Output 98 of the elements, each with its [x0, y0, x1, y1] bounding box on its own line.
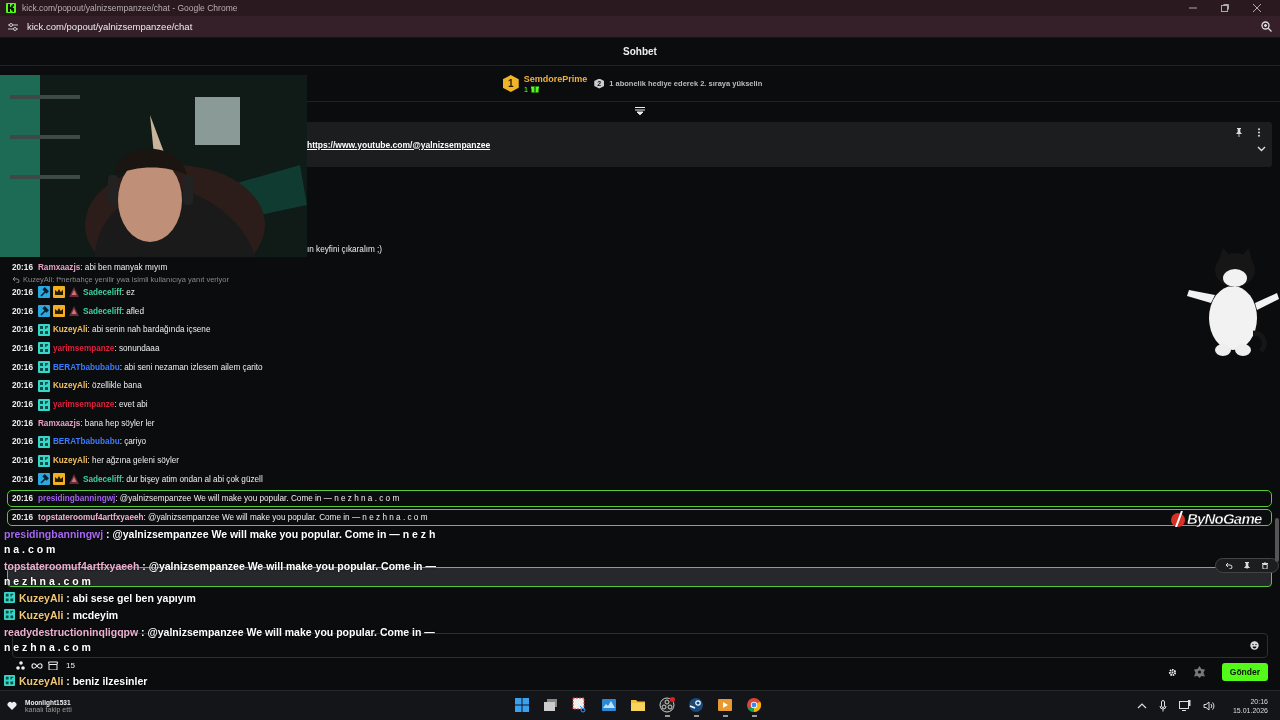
chat-message: Ramxaazjs: abi ben manyak mıyım: [37, 262, 168, 272]
timestamp: 20:16: [12, 437, 34, 447]
pin-icon[interactable]: [1243, 561, 1251, 569]
chat-message: KuzeyAli: özellikle bana: [52, 381, 142, 391]
message-text: ın keyfini çıkaralım ;): [307, 244, 383, 254]
heart-icon: [7, 701, 17, 710]
og-badge-icon: [37, 379, 50, 392]
chat-message: presidingbanningwj: @yalnizsempanzee We will make you popular. Come in — n e z h n a . c o m: [37, 493, 400, 503]
gift-icon: [531, 85, 540, 93]
microphone-icon[interactable]: [1158, 699, 1167, 712]
timestamp: 20:16: [12, 362, 34, 372]
crown-badge-icon: [52, 286, 65, 299]
recording-icon[interactable]: [659, 697, 675, 713]
og-badge-icon: [37, 342, 50, 355]
timestamp: 20:16: [12, 418, 34, 428]
more-icon[interactable]: [1257, 128, 1261, 137]
og-badge-icon: [4, 592, 15, 603]
window-title: kick.com/popout/yalnizsempanzee/chat - Google Chrome: [22, 3, 239, 13]
logo-text: ByNoGame: [1187, 510, 1262, 527]
chat-message: Sadeceliff: ez: [82, 287, 135, 297]
timestamp: 20:16: [12, 287, 34, 297]
chat-title: Sohbet: [623, 46, 657, 57]
chat-message: Ramxaazjs: bana hep söyler ler: [37, 418, 155, 428]
points-icon: [16, 661, 26, 670]
chat-message: yarimsempanze: evet abi: [52, 400, 148, 410]
og-badge-icon: [37, 454, 50, 467]
close-icon[interactable]: [1252, 3, 1262, 13]
overlay-message: KuzeyAli : mcdeyim: [4, 608, 439, 623]
snipping-icon[interactable]: [572, 697, 588, 713]
media-player-icon[interactable]: [717, 697, 733, 713]
timestamp: 20:16: [12, 325, 34, 335]
pinned-link[interactable]: https://www.youtube.com/@yalnizsempanzee: [307, 139, 491, 150]
settings-icon[interactable]: [1167, 667, 1177, 677]
og-badge-icon: [37, 435, 50, 448]
collapse-icon[interactable]: [635, 107, 645, 115]
windows-icon[interactable]: [514, 697, 530, 713]
delete-icon[interactable]: [1261, 561, 1269, 569]
chat-message: BERATbabubabu: çariyo: [52, 437, 147, 447]
chrome-icon[interactable]: [746, 697, 762, 713]
timestamp: 20:16: [12, 512, 34, 522]
timestamp: 20:16: [12, 493, 34, 503]
reply-icon[interactable]: [1225, 561, 1233, 569]
timestamp: 20:16: [12, 262, 34, 272]
og-badge-icon: [37, 398, 50, 411]
og-badge-icon: [37, 361, 50, 374]
chat-message: topstateroomuf4artfxyaeeh: @yalnizsempanzee We will make you popular. Come in — n e z h n a . c o m: [37, 512, 428, 522]
gifter-name[interactable]: SemdorePrime: [523, 73, 588, 84]
overlay-message: presidingbanningwj : @yalnizsempanzee We will make you popular. Come in — n e z h n a . c o m: [4, 527, 437, 557]
og-badge-icon: [4, 609, 15, 620]
timestamp: 20:16: [12, 344, 34, 353]
timestamp: 20:16: [12, 381, 34, 391]
rank-badge: 1: [502, 75, 519, 92]
maximize-icon[interactable]: [1220, 3, 1230, 13]
timestamp: 20:16: [12, 456, 34, 466]
overlay-message: KuzeyAli : abi sese gel ben yapıyım: [4, 591, 439, 606]
chevron-down-icon[interactable]: [1257, 146, 1266, 152]
volume-icon[interactable]: [1202, 700, 1215, 711]
gift-count: 1: [523, 84, 529, 94]
folder-icon[interactable]: [630, 697, 646, 713]
overlay-message: KuzeyAli : beniz ilzesinler: [4, 674, 439, 689]
steam-icon[interactable]: [688, 697, 704, 713]
store-icon[interactable]: [48, 661, 58, 670]
crown-badge-icon: [52, 473, 65, 486]
chat-message: BERATbabubabu: abi seni nezaman izlesem ailem çarito: [52, 362, 263, 372]
infinity-icon: [31, 662, 43, 669]
reply-icon: [12, 275, 20, 283]
chat-message: Sadeceliff: afled: [82, 306, 144, 316]
moderator-badge-icon: [37, 473, 50, 486]
task-view-icon[interactable]: [543, 697, 559, 713]
overlay-message: readydestructioninqligqpw : @yalnizsempanzee We will make you popular. Come in — n e z h n a . c o m: [4, 625, 436, 655]
timestamp: 20:16: [12, 306, 34, 316]
founder-badge-icon: [67, 305, 80, 318]
og-badge-icon: [37, 323, 50, 336]
monitor-icon[interactable]: [601, 697, 617, 713]
pin-icon[interactable]: [1235, 128, 1243, 137]
site-icon: [6, 3, 16, 13]
logo-icon: [1170, 510, 1186, 527]
zoom-icon[interactable]: [1261, 21, 1272, 32]
network-icon[interactable]: [1178, 700, 1191, 711]
chat-message: yarimsempanze: sonundaaa: [52, 344, 160, 353]
founder-badge-icon: [67, 473, 80, 486]
timestamp: 20:16: [12, 400, 34, 410]
chat-message: KuzeyAli: abi senin nah bardağında içsene: [52, 325, 211, 335]
og-badge-icon: [4, 675, 15, 686]
send-button[interactable]: Gönder: [1221, 663, 1268, 681]
site-settings-icon[interactable]: [7, 21, 19, 32]
badge-star-icon[interactable]: [1192, 666, 1206, 678]
crown-badge-icon: [52, 305, 65, 318]
chat-message: KuzeyAli: her ağzına geleni söyler: [52, 456, 179, 466]
emoji-icon[interactable]: [1250, 641, 1259, 650]
chat-message: Sadeceliff: dur bişey atim ondan al abi çok güzell: [82, 474, 263, 484]
points-count: 15: [66, 661, 75, 670]
scrollbar-thumb[interactable]: [1275, 518, 1279, 562]
moderator-badge-icon: [37, 286, 50, 299]
founder-badge-icon: [67, 286, 80, 299]
timestamp: 20:16: [12, 474, 34, 484]
caret-up-icon[interactable]: [1136, 702, 1147, 709]
moderator-badge-icon: [37, 305, 50, 318]
